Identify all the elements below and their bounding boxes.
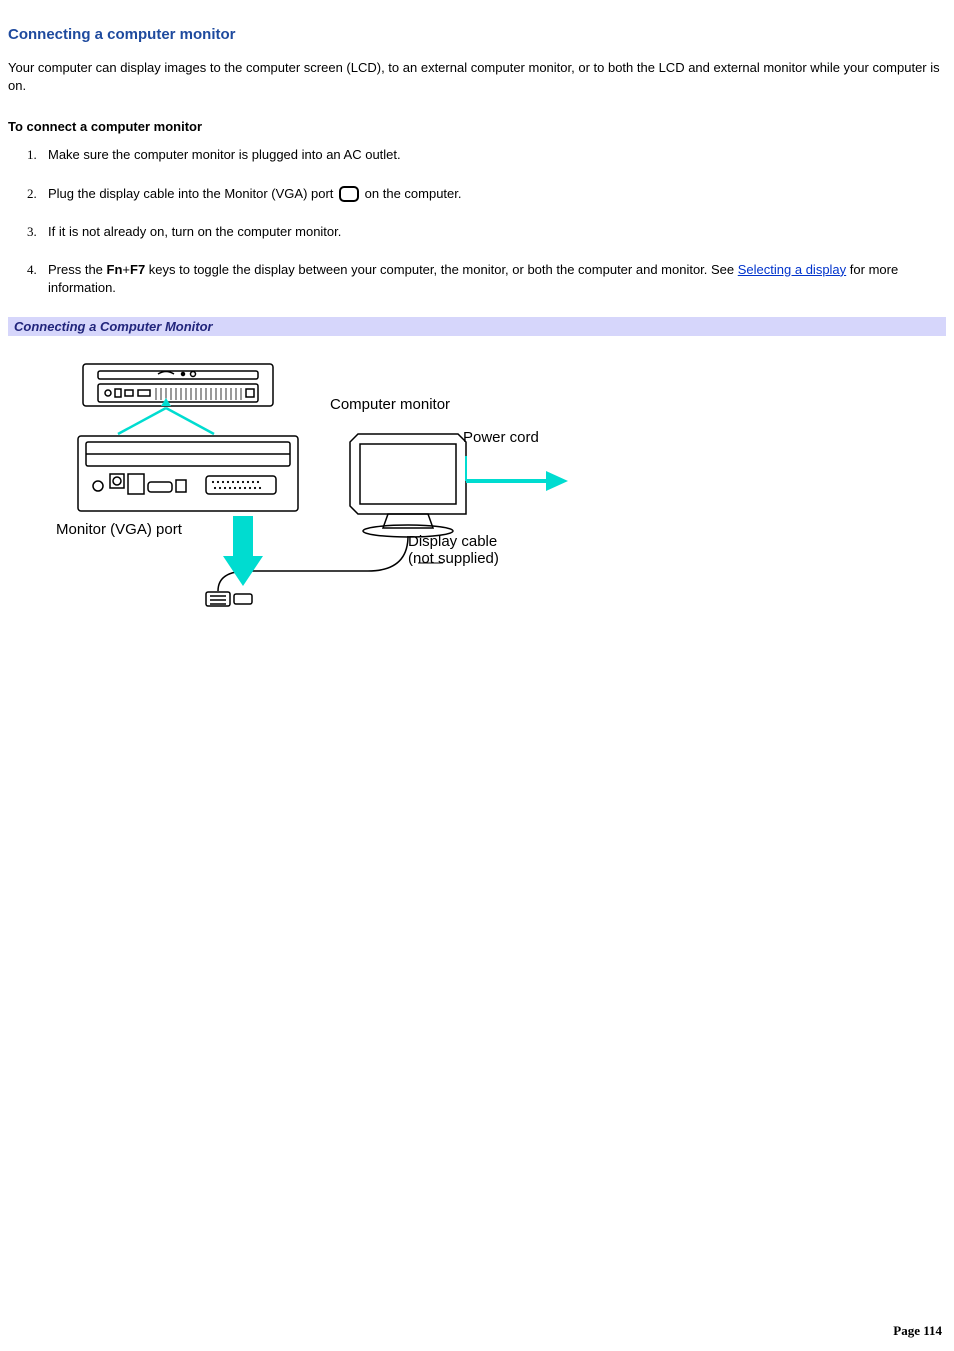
- label-power-cord: Power cord: [463, 429, 539, 446]
- label-vga-port: Monitor (VGA) port: [56, 521, 182, 538]
- page-title: Connecting a computer monitor: [8, 26, 946, 43]
- selecting-display-link[interactable]: Selecting a display: [738, 262, 846, 277]
- steps-list: Make sure the computer monitor is plugge…: [8, 146, 946, 297]
- step-1: Make sure the computer monitor is plugge…: [40, 146, 946, 164]
- step-2-text-b: on the computer.: [361, 186, 461, 201]
- procedure-heading: To connect a computer monitor: [8, 119, 946, 134]
- step-2: Plug the display cable into the Monitor …: [40, 185, 946, 203]
- f7-key: F7: [130, 262, 145, 277]
- step-2-text-a: Plug the display cable into the Monitor …: [48, 186, 337, 201]
- step-4: Press the Fn+F7 keys to toggle the displ…: [40, 261, 946, 297]
- diagram-svg: [48, 356, 608, 636]
- label-display-cable-2: (not supplied): [408, 550, 499, 567]
- connection-diagram: Computer monitor Power cord Monitor (VGA…: [8, 336, 946, 636]
- page-number: Page 114: [893, 1323, 942, 1339]
- label-computer-monitor: Computer monitor: [330, 396, 450, 413]
- intro-paragraph: Your computer can display images to the …: [8, 59, 946, 95]
- step-4-text-b: keys to toggle the display between your …: [145, 262, 738, 277]
- plus-sign: +: [122, 262, 130, 277]
- step-4-text-a: Press the: [48, 262, 107, 277]
- diagram-caption: Connecting a Computer Monitor: [8, 317, 946, 336]
- fn-key: Fn: [107, 262, 123, 277]
- step-3: If it is not already on, turn on the com…: [40, 223, 946, 241]
- vga-port-icon: [339, 186, 359, 202]
- label-display-cable-1: Display cable: [408, 533, 497, 550]
